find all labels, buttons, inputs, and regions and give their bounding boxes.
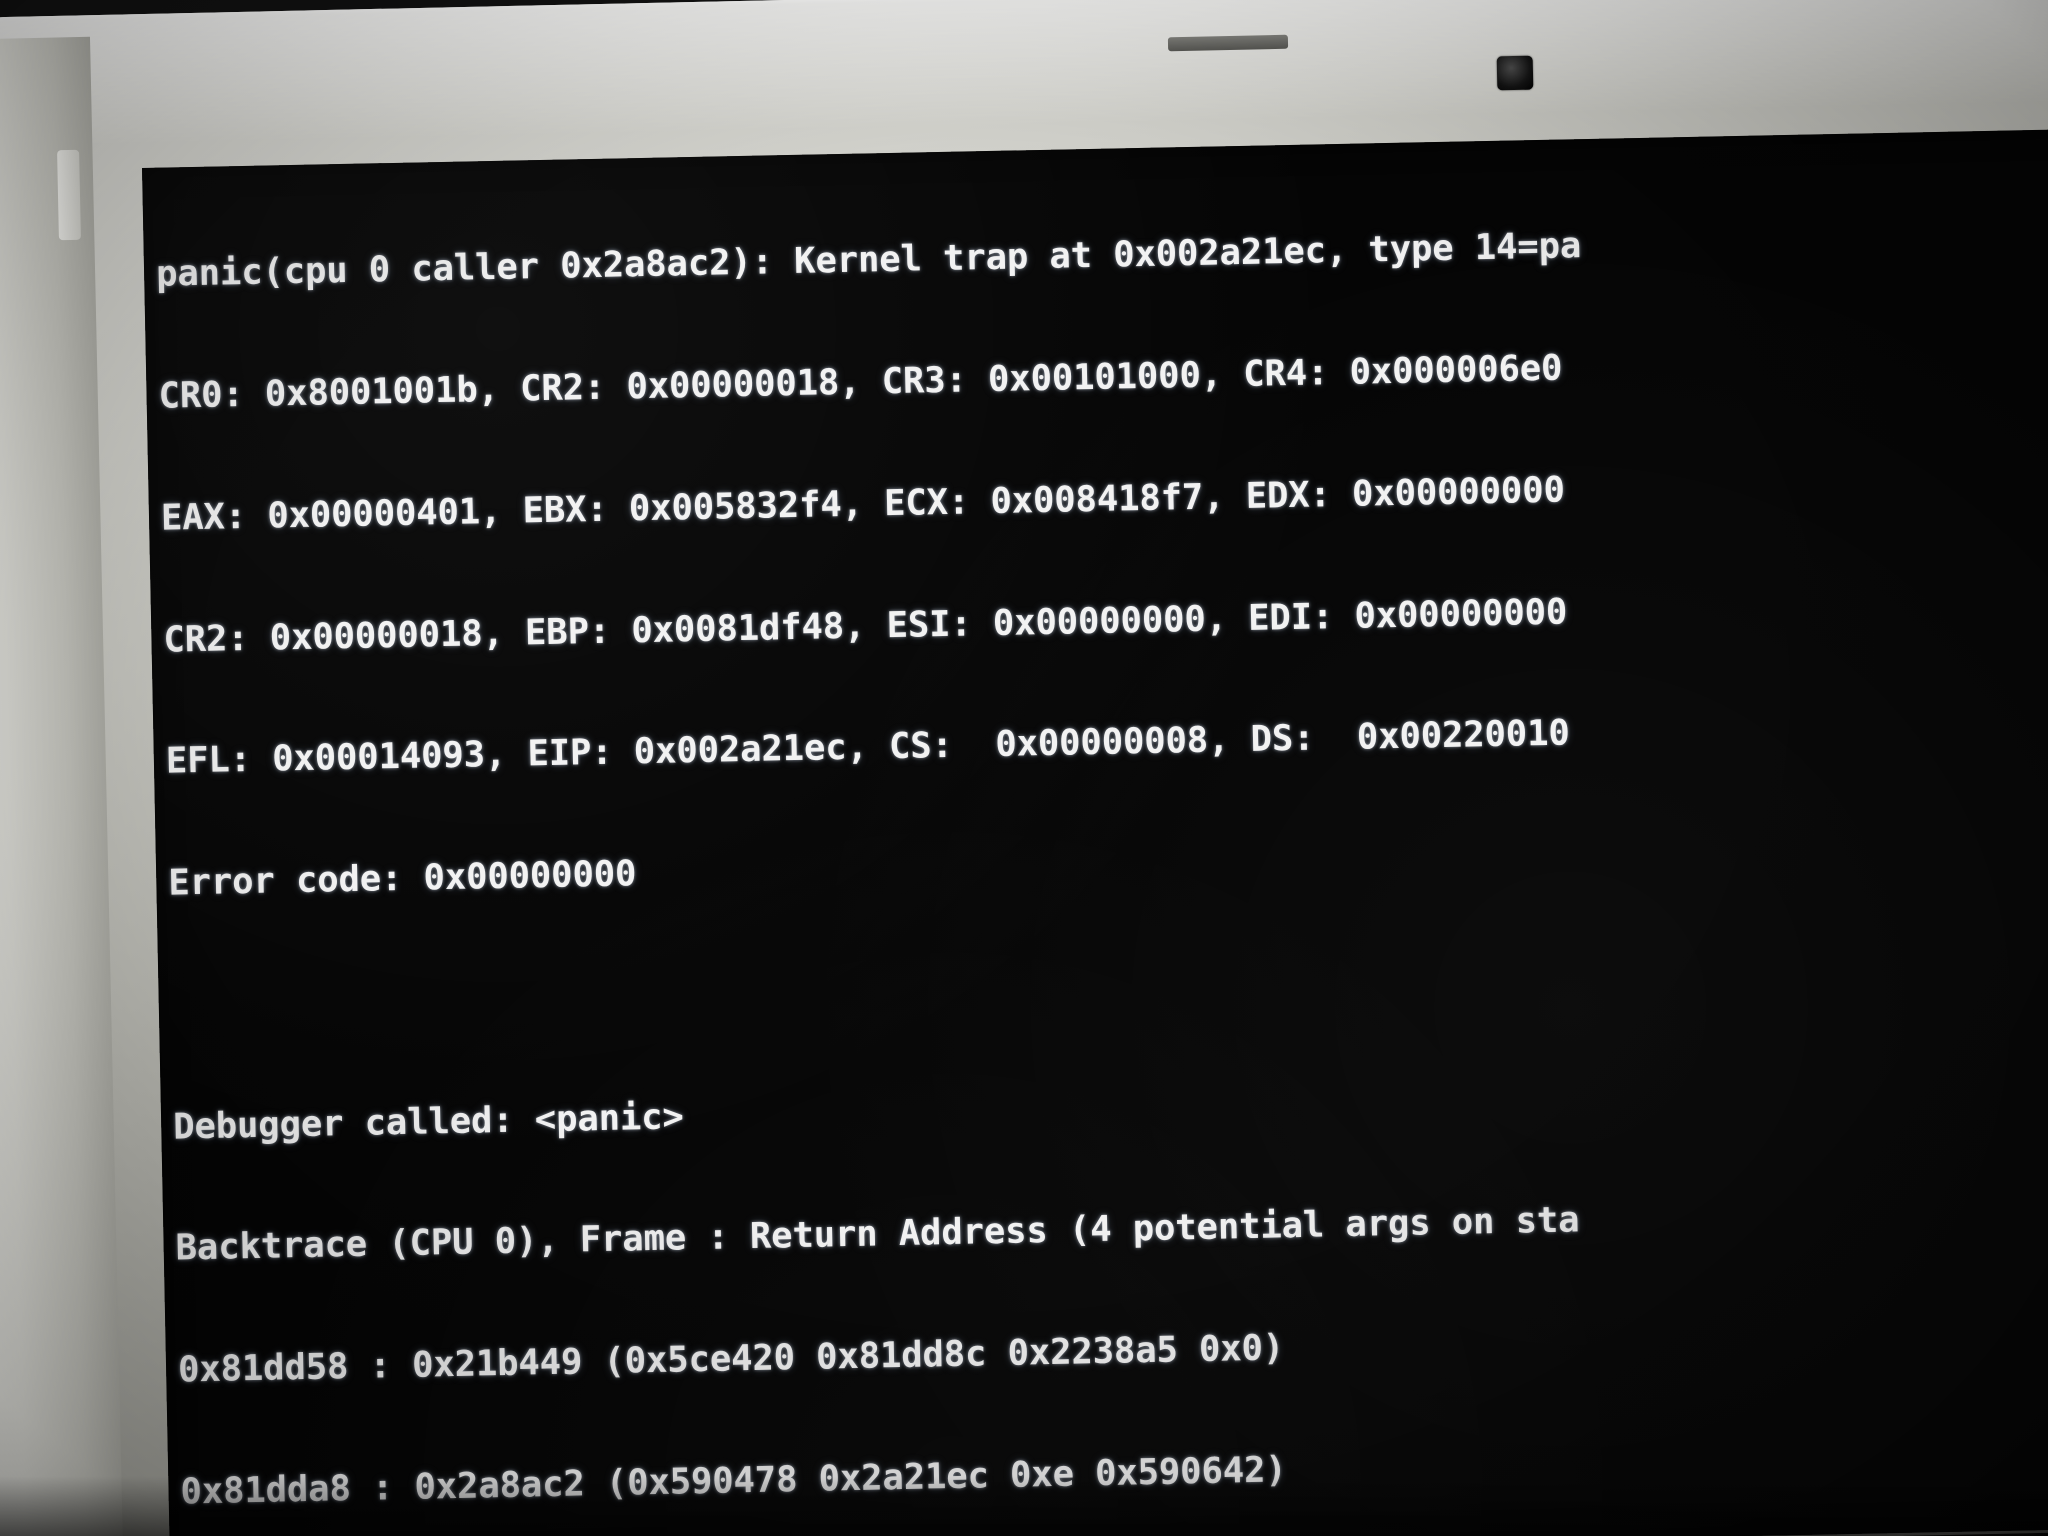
lid-hinge-notch [57,149,81,241]
console-line-debugger: Debugger called: <panic> [172,1095,685,1148]
laptop-photo: panic(cpu 0 caller 0x2a8ac2): Kernel tra… [0,0,2048,1536]
console-line-backtrace-frame: 0x81dd58 : 0x21b449 (0x5ce420 0x81dd8c 0… [177,1327,1285,1391]
console-line: panic(cpu 0 caller 0x2a8ac2): Kernel tra… [155,225,1582,295]
lid-latch-icon [1167,34,1289,52]
console-line: EFL: 0x00014093, EIP: 0x002a21ec, CS: 0x… [165,712,1571,782]
console-line: EAX: 0x00000401, EBX: 0x005832f4, ECX: 0… [160,469,1566,539]
console-line-error-code: Error code: 0x00000000 [167,853,637,904]
console-line-backtrace-frame: 0x81dda8 : 0x2a8ac2 (0x590478 0x2a21ec 0… [180,1449,1287,1513]
console-line: CR0: 0x8001001b, CR2: 0x00000018, CR3: 0… [158,347,1563,417]
bezel-highlight [0,0,2048,148]
kernel-panic-console: panic(cpu 0 caller 0x2a8ac2): Kernel tra… [154,132,2048,1536]
console-line: CR2: 0x00000018, EBP: 0x0081df48, ESI: 0… [163,591,1568,661]
console-line-backtrace-header: Backtrace (CPU 0), Frame : Return Addres… [175,1199,1580,1269]
camera-icon [1496,55,1534,91]
laptop-screen: panic(cpu 0 caller 0x2a8ac2): Kernel tra… [142,128,2048,1536]
